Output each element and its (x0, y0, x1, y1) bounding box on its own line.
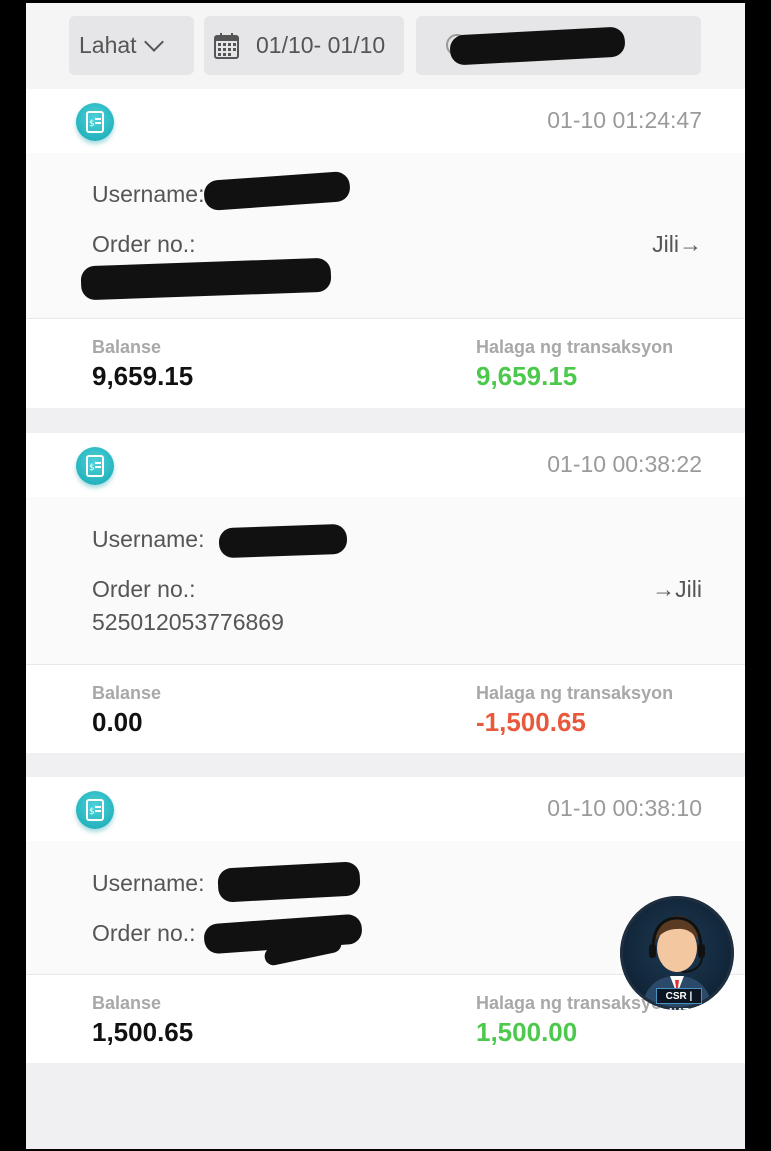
date-range-filter[interactable]: 01/10- 01/10 (204, 16, 404, 75)
username-label: Username: (92, 870, 205, 896)
balance-value: 1,500.65 (92, 1017, 194, 1047)
transaction-time: 01-10 01:24:47 (547, 107, 702, 133)
transfer-direction: Jili→ (652, 231, 702, 257)
amount-value: -1,500.65 (476, 707, 586, 737)
transaction-time: 01-10 00:38:10 (547, 795, 702, 821)
transaction-time: 01-10 00:38:22 (547, 451, 702, 477)
search-field[interactable] (416, 16, 701, 75)
amount-value: 1,500.00 (476, 1017, 578, 1047)
receipt-icon: $ (76, 103, 114, 141)
support-badge: CSR | NAT (656, 988, 702, 1010)
balance-label: Balanse (92, 337, 162, 357)
transaction-card: $ 01-10 01:24:47 Username: Order no.: Ji… (26, 89, 745, 408)
redaction-mark (218, 523, 348, 559)
balance-label: Balanse (92, 683, 162, 703)
svg-text:$: $ (89, 807, 95, 817)
card-header: $ 01-10 00:38:22 (26, 433, 745, 497)
transaction-history-screen: Lahat 01/10- 01/10 $ 01-10 01:24:47 User… (26, 3, 745, 1149)
receipt-icon: $ (76, 447, 114, 485)
card-header: $ 01-10 01:24:47 (26, 89, 745, 153)
username-label: Username: (92, 526, 205, 552)
order-label: Order no.: (92, 576, 196, 602)
balance-value: 0.00 (92, 707, 143, 737)
customer-support-button[interactable]: CSR | NAT (620, 896, 734, 1010)
redaction-mark (80, 257, 332, 301)
card-header: $ 01-10 00:38:10 (26, 777, 745, 841)
redaction-mark (449, 26, 626, 66)
transaction-card: $ 01-10 00:38:22 Username: Order no.: →J… (26, 433, 745, 753)
filter-bar: Lahat 01/10- 01/10 (26, 3, 745, 89)
amount-label: Halaga ng transaksyon (476, 683, 674, 703)
svg-text:$: $ (89, 463, 95, 473)
redaction-mark (203, 170, 351, 212)
receipt-icon: $ (76, 791, 114, 829)
type-filter-dropdown[interactable]: Lahat (69, 16, 194, 75)
order-label: Order no.: (92, 231, 196, 257)
card-footer: Balanse 9,659.15 Halaga ng transaksyon 9… (26, 319, 745, 408)
type-filter-label: Lahat (79, 32, 137, 58)
amount-value: 9,659.15 (476, 361, 578, 391)
order-label: Order no.: (92, 920, 196, 946)
balance-label: Balanse (92, 993, 162, 1013)
chevron-down-icon (143, 31, 164, 52)
redaction-mark (217, 861, 361, 903)
card-footer: Balanse 0.00 Halaga ng transaksyon -1,50… (26, 665, 745, 753)
date-range-label: 01/10- 01/10 (256, 32, 386, 58)
order-number: 525012053776869 (92, 609, 284, 635)
calendar-icon (214, 33, 239, 59)
balance-value: 9,659.15 (92, 361, 194, 391)
username-label: Username: (92, 181, 205, 207)
transfer-direction: →Jili (652, 576, 702, 602)
svg-text:$: $ (89, 119, 95, 129)
amount-label: Halaga ng transaksyon (476, 337, 674, 357)
